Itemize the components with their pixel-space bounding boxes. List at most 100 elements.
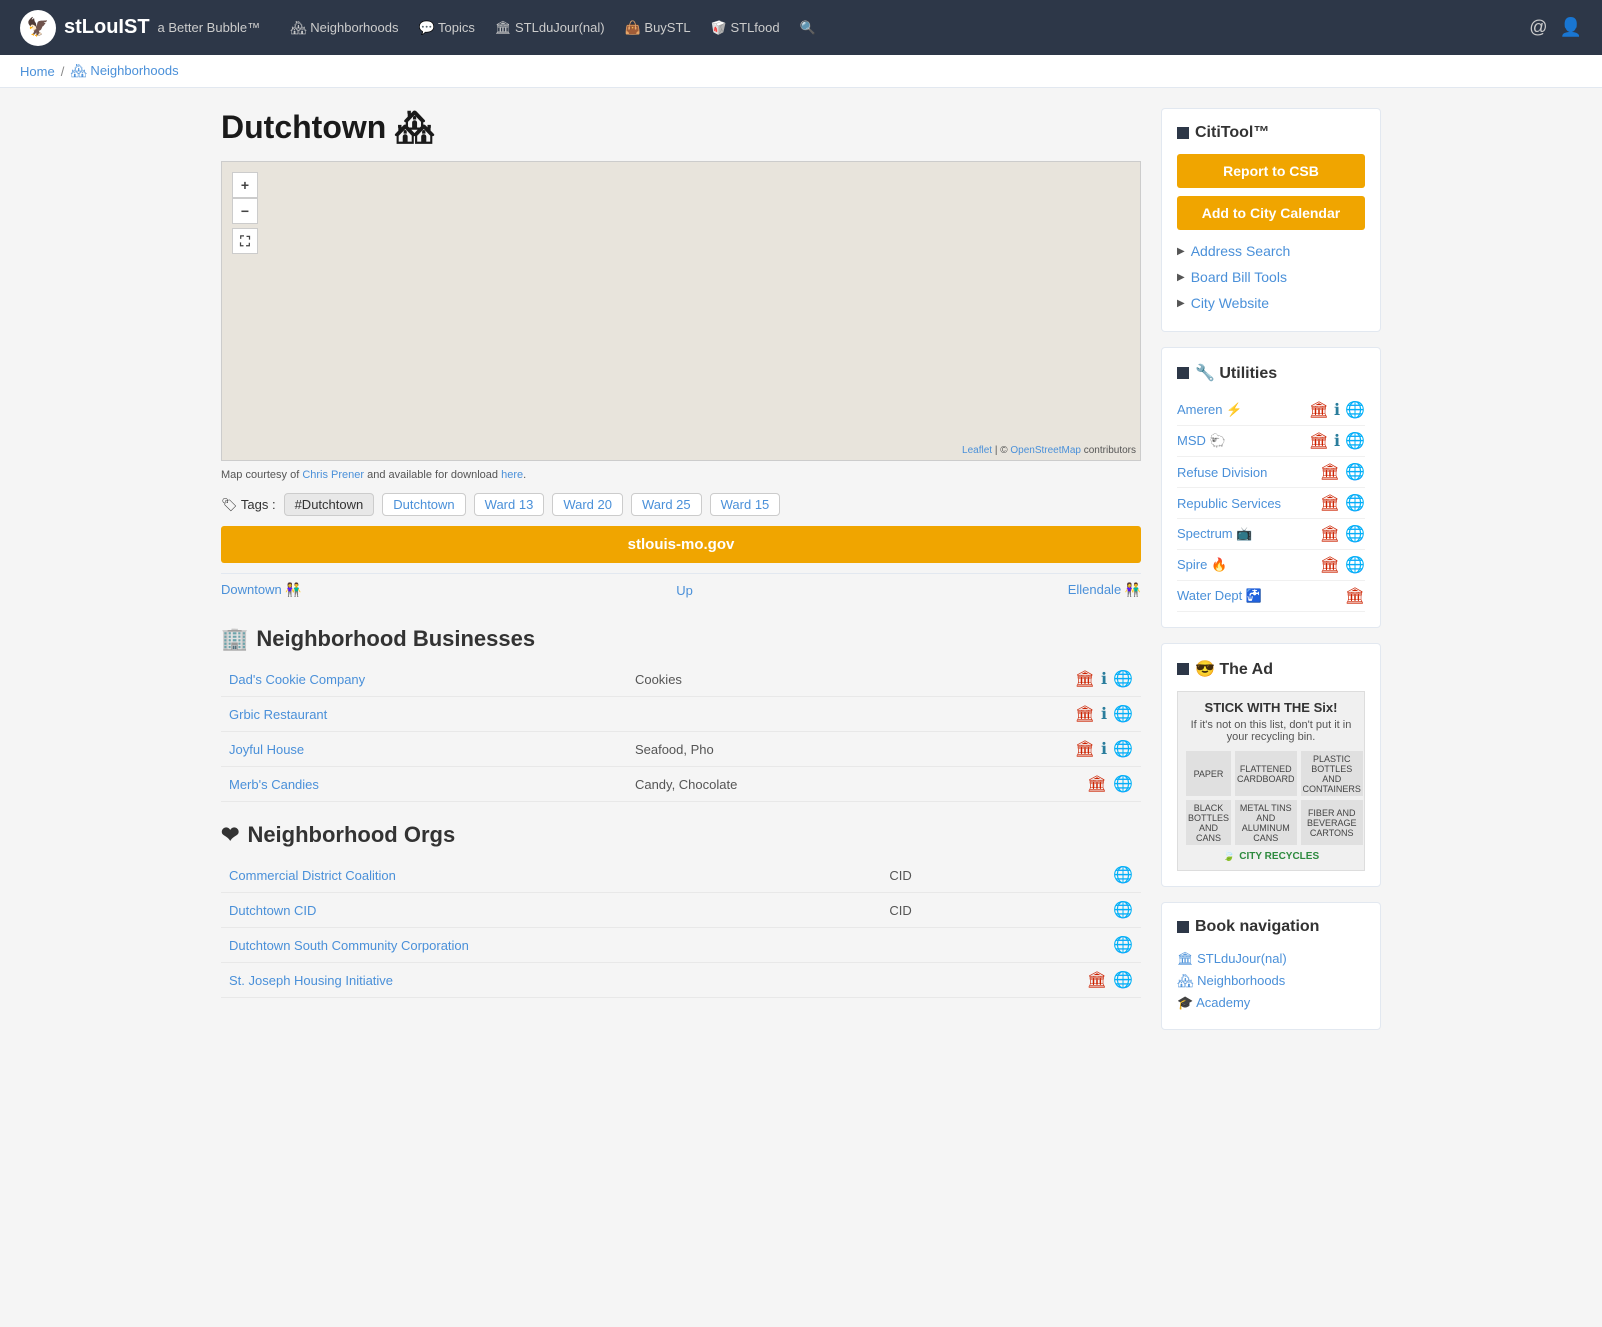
utility-spectrum[interactable]: Spectrum 📺 [1177, 526, 1314, 542]
nav-neighborhoods[interactable]: 🏘 Neighborhoods [290, 20, 398, 36]
biz-name-1[interactable]: Grbic Restaurant [229, 707, 327, 722]
map-zoom-out[interactable]: − [232, 198, 258, 224]
org-web-icon-1[interactable]: 🌐 [1113, 900, 1133, 920]
biz-name-0[interactable]: Dad's Cookie Company [229, 672, 365, 687]
book-nav-items: 🏛 STLduJour(nal) 🏘 Neighborhoods 🎓 Acade… [1177, 948, 1365, 1014]
osm-link[interactable]: OpenStreetMap [1010, 445, 1081, 456]
leaflet-link[interactable]: Leaflet [962, 445, 992, 456]
org-name-1[interactable]: Dutchtown CID [229, 903, 316, 918]
nav-buy[interactable]: 👜 BuySTL [625, 20, 691, 36]
org-name-3[interactable]: St. Joseph Housing Initiative [229, 973, 393, 988]
table-row: St. Joseph Housing Initiative 🏛 🌐 [221, 963, 1141, 998]
utility-phone-3[interactable]: 🏛 [1320, 493, 1340, 513]
web-icon-2[interactable]: 🌐 [1113, 739, 1133, 759]
utility-info-1[interactable]: ℹ [1334, 431, 1340, 451]
map-zoom-in[interactable]: + [232, 172, 258, 198]
utility-ameren[interactable]: Ameren ⚡ [1177, 402, 1303, 418]
utility-phone-1[interactable]: 🏛 [1309, 431, 1329, 451]
tag-ward-20[interactable]: Ward 20 [552, 493, 623, 516]
utility-phone-5[interactable]: 🏛 [1320, 555, 1340, 575]
user-button[interactable]: 👤 [1560, 17, 1582, 38]
utility-water[interactable]: Water Dept 🚰 [1177, 588, 1339, 604]
email-button[interactable]: @ [1529, 17, 1547, 38]
utility-phone-2[interactable]: 🏛 [1320, 462, 1340, 482]
board-bill-link[interactable]: ▶ Board Bill Tools [1177, 264, 1365, 290]
nav-up[interactable]: Up [676, 583, 693, 598]
web-icon-1[interactable]: 🌐 [1113, 704, 1133, 724]
nav-prev[interactable]: Downtown 👫 [221, 582, 302, 598]
header: 🦅 stLouIST a Better Bubble™ 🏘 Neighborho… [0, 0, 1602, 55]
org-web-icon-2[interactable]: 🌐 [1113, 935, 1133, 955]
utility-msd[interactable]: MSD 🐑 [1177, 433, 1303, 449]
nav-food[interactable]: 🥡 STLfood [711, 20, 780, 36]
phone-icon-0[interactable]: 🏛 [1075, 669, 1095, 689]
nav-next[interactable]: Ellendale 👫 [1068, 582, 1141, 598]
businesses-heading: 🏢 Neighborhood Businesses [221, 626, 1141, 652]
web-icon-3[interactable]: 🌐 [1113, 774, 1133, 794]
utility-web-1[interactable]: 🌐 [1345, 431, 1365, 451]
map-credit-author[interactable]: Chris Prener [302, 469, 364, 481]
utilities-title-bar: 🔧 Utilities [1177, 363, 1365, 383]
utility-info-0[interactable]: ℹ [1334, 400, 1340, 420]
nav-topics[interactable]: 💬 Topics [418, 20, 474, 36]
org-web-icon-0[interactable]: 🌐 [1113, 865, 1133, 885]
businesses-table: Dad's Cookie Company Cookies 🏛ℹ🌐 Grbic R… [221, 662, 1141, 802]
nav-journal[interactable]: 🏛 STLduJour(nal) [495, 20, 605, 36]
book-nav-neighborhoods[interactable]: 🏘 Neighborhoods [1177, 970, 1365, 992]
ad-footer-text: CITY RECYCLES [1239, 851, 1319, 862]
utility-republic[interactable]: Republic Services [1177, 496, 1314, 511]
page-title-text: Dutchtown [221, 109, 386, 146]
org-icons-1: 🌐 [988, 900, 1133, 920]
breadcrumb-home[interactable]: Home [20, 64, 55, 79]
utility-refuse[interactable]: Refuse Division [1177, 465, 1314, 480]
website-button[interactable]: stlouis-mo.gov [221, 526, 1141, 563]
utility-icons-1: 🏛 ℹ 🌐 [1309, 431, 1365, 451]
tags-label: 🏷 Tags : [221, 497, 276, 513]
biz-name-3[interactable]: Merb's Candies [229, 777, 319, 792]
tag-dutchtown-hash[interactable]: #Dutchtown [284, 493, 375, 516]
utility-web-5[interactable]: 🌐 [1345, 555, 1365, 575]
map-credit-download-link[interactable]: here [501, 469, 523, 481]
tag-ward-15[interactable]: Ward 15 [710, 493, 781, 516]
utility-web-0[interactable]: 🌐 [1345, 400, 1365, 420]
map-fullscreen[interactable]: ⛶ [232, 228, 258, 254]
utility-phone-6[interactable]: 🏛 [1345, 586, 1365, 606]
org-name-0[interactable]: Commercial District Coalition [229, 868, 396, 883]
search-icon[interactable]: 🔍 [800, 20, 816, 36]
tag-dutchtown[interactable]: Dutchtown [382, 493, 465, 516]
city-website-link[interactable]: ▶ City Website [1177, 290, 1365, 316]
utility-spire[interactable]: Spire 🔥 [1177, 557, 1314, 573]
orgs-table: Commercial District Coalition CID 🌐 Dutc… [221, 858, 1141, 998]
org-name-2[interactable]: Dutchtown South Community Corporation [229, 938, 469, 953]
utilities-accent [1177, 367, 1189, 379]
info-icon-0[interactable]: ℹ [1101, 669, 1107, 689]
utility-web-3[interactable]: 🌐 [1345, 493, 1365, 513]
utility-row-5: Spire 🔥 🏛 🌐 [1177, 550, 1365, 581]
phone-icon-1[interactable]: 🏛 [1075, 704, 1095, 724]
tag-ward-25[interactable]: Ward 25 [631, 493, 702, 516]
address-search-link[interactable]: ▶ Address Search [1177, 238, 1365, 264]
book-nav-journal[interactable]: 🏛 STLduJour(nal) [1177, 948, 1365, 970]
report-csb-button[interactable]: Report to CSB [1177, 154, 1365, 188]
utility-web-2[interactable]: 🌐 [1345, 462, 1365, 482]
biz-name-2[interactable]: Joyful House [229, 742, 304, 757]
book-nav-academy[interactable]: 🎓 Academy [1177, 992, 1365, 1014]
utility-icons-2: 🏛 🌐 [1320, 462, 1365, 482]
web-icon-0[interactable]: 🌐 [1113, 669, 1133, 689]
ad-title: 😎 The Ad [1195, 659, 1273, 679]
org-phone-icon-3[interactable]: 🏛 [1087, 970, 1107, 990]
add-calendar-button[interactable]: Add to City Calendar [1177, 196, 1365, 230]
utility-web-4[interactable]: 🌐 [1345, 524, 1365, 544]
tag-ward-13[interactable]: Ward 13 [474, 493, 545, 516]
org-web-icon-3[interactable]: 🌐 [1113, 970, 1133, 990]
site-name: stLouIST [64, 16, 150, 39]
utility-phone-0[interactable]: 🏛 [1309, 400, 1329, 420]
info-icon-1[interactable]: ℹ [1101, 704, 1107, 724]
ad-item-0: PAPER [1186, 751, 1231, 796]
phone-icon-2[interactable]: 🏛 [1075, 739, 1095, 759]
phone-icon-3[interactable]: 🏛 [1087, 774, 1107, 794]
info-icon-2[interactable]: ℹ [1101, 739, 1107, 759]
utility-phone-4[interactable]: 🏛 [1320, 524, 1340, 544]
utility-icons-6: 🏛 [1345, 586, 1365, 606]
ad-content: STICK WITH THE Six! If it's not on this … [1177, 691, 1365, 871]
